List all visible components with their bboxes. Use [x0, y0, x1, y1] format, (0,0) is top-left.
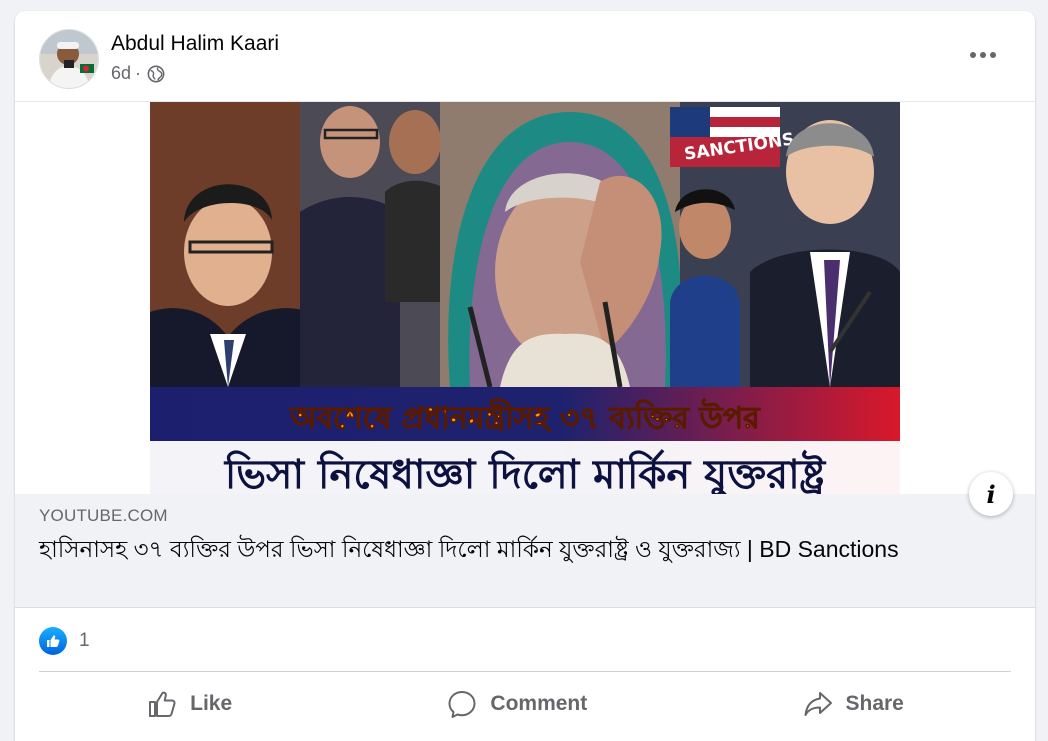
link-preview-info[interactable]: YOUTUBE.COM হাসিনাসহ ৩৭ ব্যক্তির উপর ভিস…	[15, 494, 1035, 608]
like-label: Like	[190, 692, 233, 715]
post-header: Abdul Halim Kaari 6d ·	[15, 11, 1035, 101]
post-card: Abdul Halim Kaari 6d · SANCTIONS অবশেষে …	[15, 11, 1035, 741]
info-button[interactable]: i	[969, 472, 1013, 516]
thumbnail-headline-1: অবশেষে প্রধানমন্ত্রীসহ ৩৭ ব্যক্তির উপর	[289, 398, 761, 436]
share-label: Share	[845, 692, 904, 715]
globe-icon[interactable]	[147, 65, 165, 83]
link-preview-media[interactable]: SANCTIONS অবশেষে প্রধানমন্ত্রীসহ ৩৭ ব্যক…	[15, 101, 1035, 516]
like-button[interactable]: Like	[146, 688, 232, 720]
more-dot	[970, 52, 976, 58]
share-button[interactable]: Share	[802, 688, 904, 720]
link-domain: YOUTUBE.COM	[39, 506, 168, 525]
like-icon	[39, 627, 67, 655]
comment-button[interactable]: Comment	[446, 688, 587, 720]
more-options-button[interactable]	[965, 41, 1001, 69]
meta-dot: ·	[135, 63, 142, 83]
link-title[interactable]: হাসিনাসহ ৩৭ ব্যক্তির উপর ভিসা নিষেধাজ্ঞা…	[39, 534, 1011, 565]
share-icon	[804, 692, 832, 716]
more-dot	[980, 52, 986, 58]
video-thumbnail[interactable]: SANCTIONS অবশেষে প্রধানমন্ত্রীসহ ৩৭ ব্যক…	[150, 102, 900, 495]
post-actions: Like Comment Share	[39, 679, 1011, 729]
reactions-summary[interactable]: 1	[39, 623, 90, 659]
reaction-count[interactable]: 1	[79, 630, 90, 652]
divider	[39, 671, 1011, 672]
more-dot	[990, 52, 996, 58]
comment-label: Comment	[490, 692, 588, 715]
author-name[interactable]: Abdul Halim Kaari	[111, 32, 279, 56]
comment-icon	[448, 691, 476, 718]
thumbnail-headline-2: ভিসা নিষেধাজ্ঞা দিলো মার্কিন যুক্তরাষ্ট্…	[223, 449, 827, 495]
thumbs-up-icon	[149, 691, 176, 717]
avatar[interactable]	[39, 29, 99, 89]
post-time[interactable]: 6d	[111, 63, 131, 84]
post-meta: 6d ·	[111, 63, 165, 84]
